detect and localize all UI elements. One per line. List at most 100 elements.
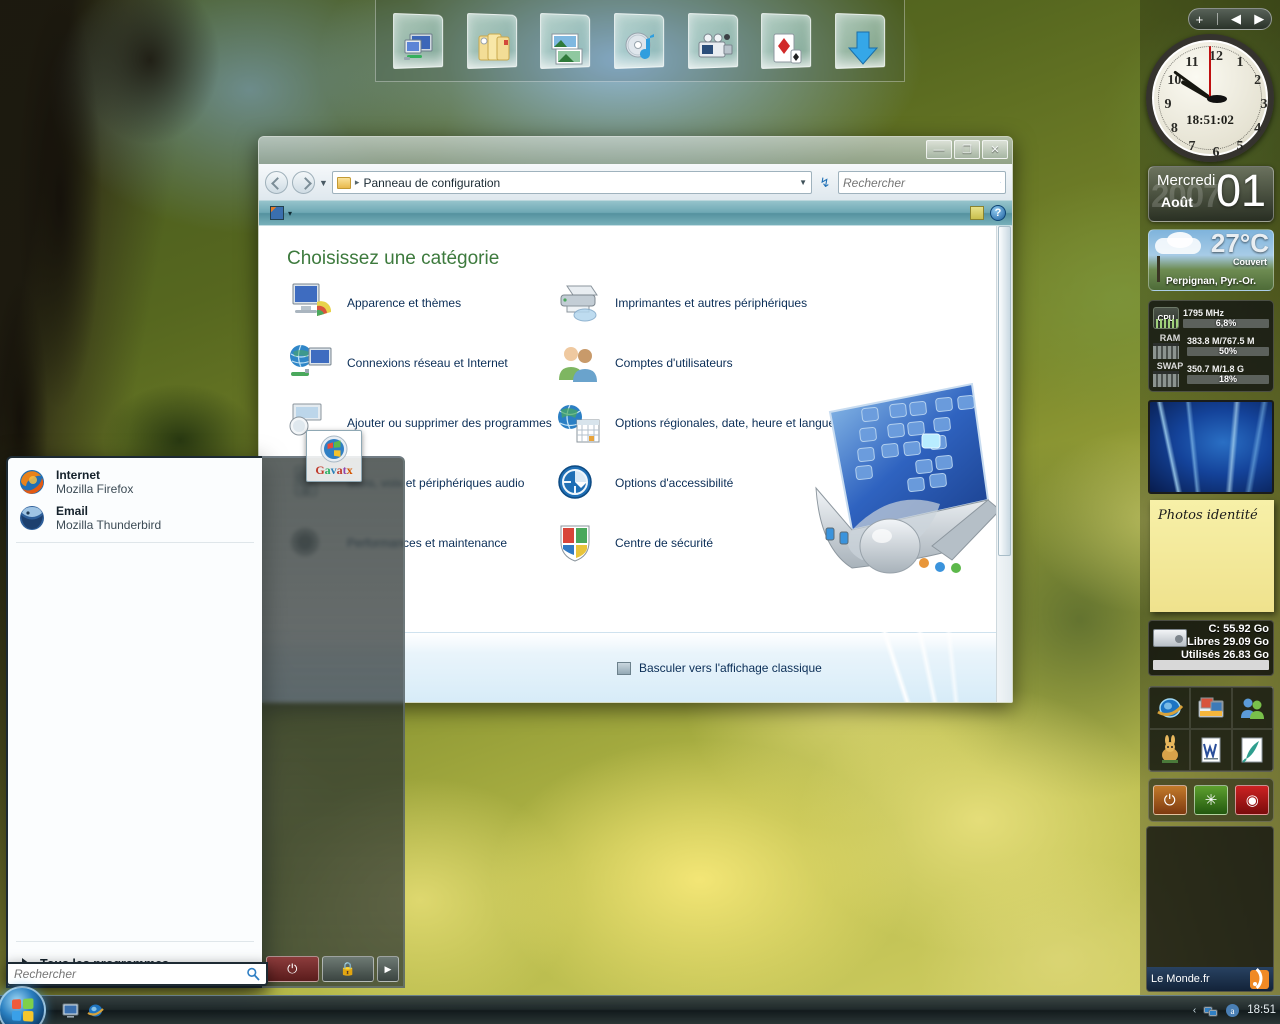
network-tray-icon[interactable] — [1203, 1003, 1218, 1018]
news-feed-gadget[interactable]: Le Monde.fr — [1146, 826, 1274, 992]
slideshow-gadget[interactable] — [1148, 400, 1274, 494]
dock-item-folder-downloads[interactable] — [831, 10, 891, 72]
search-input[interactable] — [843, 175, 1000, 190]
power-options-arrow[interactable]: ▶ — [377, 956, 399, 982]
category-label[interactable]: Imprimantes et autres périphériques — [615, 296, 807, 310]
back-button[interactable] — [265, 171, 288, 194]
sidebar-add-gadget-button[interactable]: + — [1196, 12, 1204, 27]
search-box[interactable] — [838, 171, 1006, 194]
launcher-item-photoshop[interactable] — [1231, 729, 1273, 771]
views-button[interactable]: ▾ — [265, 204, 297, 222]
news-footer[interactable]: Le Monde.fr — [1147, 967, 1273, 991]
switch-view-label[interactable]: Basculer vers l'affichage classique — [639, 661, 822, 675]
sticky-note-text[interactable]: Photos identité — [1150, 500, 1274, 523]
dock-item-folder-music[interactable] — [610, 10, 670, 72]
start-menu-pinned-email[interactable]: Email Mozilla Thunderbird — [8, 500, 262, 536]
weather-city: Perpignan, Pyr.-Or. — [1165, 276, 1257, 287]
dragged-desktop-icon-gavatx[interactable]: Gavatx — [306, 430, 362, 482]
start-menu-pinned-internet[interactable]: Internet Mozilla Firefox — [8, 464, 262, 500]
category-label[interactable]: Centre de sécurité — [615, 536, 713, 550]
drive-meter-gadget[interactable]: C: 55.92 Go Libres 29.09 Go Utilisés 26.… — [1148, 620, 1274, 676]
system-tray[interactable]: ‹ a 18:51 — [1193, 1003, 1276, 1018]
launcher-item-photo-gallery[interactable] — [1190, 687, 1232, 729]
ati-tray-icon[interactable]: a — [1225, 1003, 1240, 1018]
category-label[interactable]: Comptes d'utilisateurs — [615, 356, 733, 370]
start-menu-power-row[interactable]: ⏻ 🔒 ▶ — [266, 956, 399, 982]
pinned-title: Internet — [56, 468, 101, 482]
launcher-item-internet-explorer[interactable] — [1149, 687, 1191, 729]
dock-item-folder-videos[interactable] — [684, 10, 744, 72]
start-menu-search-box[interactable] — [6, 962, 268, 986]
maximize-button[interactable]: ❐ — [954, 140, 980, 159]
minimize-button[interactable]: — — [926, 140, 952, 159]
address-dropdown-icon[interactable]: ▼ — [799, 178, 807, 187]
dragged-icon-label: Gavatx — [315, 462, 353, 477]
restart-button[interactable]: ✳ — [1193, 785, 1228, 815]
ram-value: 383.8 M/767.5 M — [1187, 336, 1255, 346]
category-item-network[interactable]: Connexions réseau et Internet — [287, 342, 555, 384]
forward-button[interactable] — [292, 171, 315, 194]
vertical-scrollbar[interactable] — [996, 226, 1012, 702]
history-dropdown-icon[interactable]: ▼ — [319, 178, 328, 188]
address-bar[interactable]: ▸ Panneau de configuration ▼ — [331, 171, 812, 194]
launcher-item-messenger[interactable] — [1231, 687, 1273, 729]
taskbar-clock[interactable]: 18:51 — [1247, 1004, 1276, 1016]
close-button[interactable]: ✕ — [982, 140, 1008, 159]
internet-explorer-icon[interactable] — [87, 1002, 104, 1019]
category-item-printers[interactable]: Imprimantes et autres périphériques — [555, 282, 1012, 324]
sidebar-next-button[interactable]: ▶ — [1254, 11, 1264, 27]
switch-to-classic-view-link[interactable]: Basculer vers l'affichage classique — [617, 661, 822, 675]
category-item-appearance[interactable]: Apparence et thèmes — [287, 282, 555, 324]
search-icon — [1000, 182, 1001, 183]
system-monitor-gadget[interactable]: CPU 1795 MHz 6,8% RAM 383.8 M/767.5 M 50… — [1148, 300, 1274, 392]
start-search-input[interactable] — [14, 967, 246, 981]
calendar-day: 01 — [1215, 166, 1266, 216]
page-title: Choisissez une catégorie — [287, 248, 500, 269]
pinned-subtitle: Mozilla Firefox — [56, 482, 134, 496]
sidebar-prev-button[interactable]: ◀ — [1231, 11, 1241, 27]
sidebar-toolbar[interactable]: + ◀ ▶ — [1188, 8, 1272, 30]
tray-expand-icon[interactable]: ‹ — [1193, 1005, 1196, 1016]
category-label[interactable]: Options régionales, date, heure et langu… — [615, 416, 835, 430]
sticky-note-gadget[interactable]: Photos identité — [1150, 500, 1274, 612]
category-label[interactable]: Connexions réseau et Internet — [347, 356, 508, 370]
shutdown-button[interactable]: ⏻ — [266, 956, 319, 982]
window-title-bar[interactable]: — ❐ ✕ — [259, 137, 1012, 164]
clock-center-pin — [1206, 94, 1227, 103]
clock-gadget[interactable]: 12 1 2 3 4 5 6 7 8 9 10 11 18:51:02 — [1146, 34, 1274, 162]
desktop-folder-dock[interactable] — [375, 0, 905, 82]
help-icon[interactable]: ? — [990, 205, 1006, 221]
show-desktop-icon[interactable] — [62, 1002, 79, 1019]
category-label[interactable]: Options d'accessibilité — [615, 476, 733, 490]
app-launcher-gadget[interactable] — [1148, 686, 1274, 772]
cards-icon — [773, 33, 802, 63]
dock-item-folder-computer[interactable] — [389, 10, 449, 72]
refresh-icon[interactable]: ↯ — [816, 173, 834, 193]
ram-chip-icon — [1153, 343, 1179, 359]
printer-icon — [555, 282, 603, 324]
start-menu[interactable]: Internet Mozilla Firefox Email Mozilla T… — [6, 456, 405, 988]
launcher-item-word[interactable] — [1190, 729, 1232, 771]
category-label[interactable]: Apparence et thèmes — [347, 296, 461, 310]
clock-numeral: 3 — [1260, 97, 1268, 112]
dock-item-folder-games[interactable] — [757, 10, 817, 72]
rss-icon[interactable] — [1250, 969, 1269, 989]
quick-launch-bar[interactable] — [62, 1002, 104, 1019]
breadcrumb-path[interactable]: Panneau de configuration — [363, 176, 500, 190]
dock-item-folder-images[interactable] — [536, 10, 596, 72]
lock-button[interactable]: 🔒 — [321, 956, 374, 982]
category-label[interactable]: Ajouter ou supprimer des programmes — [347, 416, 552, 430]
organize-icon[interactable] — [970, 206, 984, 220]
dock-item-folder-documents[interactable] — [463, 10, 523, 72]
breadcrumb-separator: ▸ — [354, 177, 360, 187]
weather-gadget[interactable]: 27°C Couvert Perpignan, Pyr.-Or. — [1148, 229, 1274, 291]
calendar-gadget[interactable]: 2007 Mercredi Août 01 — [1148, 166, 1274, 222]
power-controls-gadget[interactable]: ⏻ ✳ ◉ — [1148, 778, 1274, 822]
scrollbar-thumb[interactable] — [998, 226, 1011, 556]
svg-text:a: a — [1231, 1006, 1235, 1016]
launcher-item-rabbit-app[interactable] — [1149, 729, 1191, 771]
logoff-button[interactable]: ◉ — [1235, 785, 1270, 815]
shutdown-button[interactable]: ⏻ — [1152, 785, 1187, 815]
clock-numeral: 2 — [1254, 73, 1262, 88]
chevron-down-icon[interactable]: ▾ — [288, 209, 292, 218]
